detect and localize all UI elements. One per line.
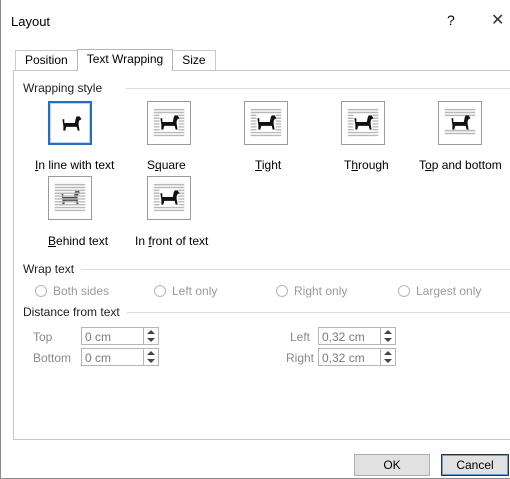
- spinner-arrows[interactable]: [380, 349, 395, 365]
- radio-label: Both sides: [53, 284, 110, 298]
- label-text: p and bottom: [431, 158, 502, 172]
- wrap-text-heading: Wrap text: [23, 262, 75, 276]
- wrapping-style-heading: Wrapping style: [23, 81, 103, 95]
- top-value[interactable]: 0 cm: [85, 330, 111, 344]
- spin-down-icon[interactable]: [147, 359, 155, 363]
- spin-down-icon[interactable]: [147, 338, 155, 342]
- spin-up-icon[interactable]: [384, 351, 392, 355]
- spin-up-icon[interactable]: [384, 330, 392, 334]
- spinner-arrows[interactable]: [143, 349, 158, 365]
- left-spinner[interactable]: 0,32 cm: [318, 327, 396, 345]
- divider: [81, 269, 510, 270]
- layout-dialog: Layout ? ✕ Position Text Wrapping Size W…: [0, 0, 510, 479]
- wrap-option-through-wrap[interactable]: [341, 101, 385, 145]
- cancel-button[interactable]: Cancel: [441, 454, 509, 476]
- wrap-option-top-bottom-wrap[interactable]: [438, 101, 482, 145]
- label-text: uare: [161, 158, 186, 172]
- tab-text-wrapping[interactable]: Text Wrapping: [76, 49, 174, 71]
- bottom-spinner[interactable]: 0 cm: [81, 348, 159, 366]
- top-label: Top: [33, 330, 53, 344]
- access-key: q: [155, 158, 162, 172]
- wrap-option-label[interactable]: Behind text: [48, 234, 108, 248]
- radio-circle[interactable]: [35, 285, 47, 297]
- wrap-option-in-front-of-text[interactable]: [147, 176, 191, 220]
- tab-position[interactable]: Position: [15, 50, 78, 70]
- access-key: B: [48, 234, 57, 248]
- spinner-arrows[interactable]: [143, 328, 158, 344]
- radio-circle[interactable]: [154, 285, 166, 297]
- spinner-arrows[interactable]: [380, 328, 395, 344]
- label-text: n line with text: [38, 158, 115, 172]
- left-label: Left: [290, 330, 311, 344]
- tab-strip: Position Text Wrapping Size: [15, 49, 216, 71]
- label-text: S: [147, 158, 156, 172]
- wrap-option-behind-text[interactable]: [48, 176, 92, 220]
- divider: [126, 88, 510, 89]
- label-text: ehind text: [56, 234, 109, 248]
- radio-label: Largest only: [416, 284, 482, 298]
- help-button[interactable]: ?: [447, 12, 455, 28]
- wrap-option-label[interactable]: In front of text: [135, 234, 208, 248]
- wrap-option-label[interactable]: Through: [344, 158, 389, 172]
- dialog-title: Layout: [11, 14, 51, 29]
- right-label: Right: [286, 351, 315, 365]
- left-value[interactable]: 0,32 cm: [322, 330, 365, 344]
- radio-circle[interactable]: [398, 285, 410, 297]
- radio-both-sides[interactable]: Both sides: [35, 284, 109, 298]
- wrap-option-tight-wrap[interactable]: [244, 101, 288, 145]
- right-value[interactable]: 0,32 cm: [322, 351, 365, 365]
- label-text: rough: [358, 158, 389, 172]
- radio-label: Right only: [294, 284, 348, 298]
- right-spinner[interactable]: 0,32 cm: [318, 348, 396, 366]
- radio-right-only[interactable]: Right only: [276, 284, 347, 298]
- wrap-option-label[interactable]: Top and bottom: [419, 158, 502, 172]
- label-text: ront of text: [151, 234, 209, 248]
- top-spinner[interactable]: 0 cm: [81, 327, 159, 345]
- wrap-option-square-wrap[interactable]: [147, 101, 191, 145]
- close-icon[interactable]: ✕: [491, 10, 504, 30]
- wrap-option-label[interactable]: Square: [147, 158, 186, 172]
- ok-button[interactable]: OK: [354, 454, 430, 476]
- divider: [127, 312, 510, 313]
- label-text: In: [135, 234, 149, 248]
- wrap-option-inline[interactable]: [48, 101, 92, 145]
- bottom-label: Bottom: [33, 351, 72, 365]
- radio-left-only[interactable]: Left only: [154, 284, 217, 298]
- label-text: ight: [261, 158, 282, 172]
- spin-up-icon[interactable]: [147, 351, 155, 355]
- radio-label: Left only: [172, 284, 218, 298]
- wrap-option-label[interactable]: In line with text: [35, 158, 114, 172]
- spin-down-icon[interactable]: [384, 338, 392, 342]
- access-key: o: [425, 158, 432, 172]
- spin-down-icon[interactable]: [384, 359, 392, 363]
- tab-size[interactable]: Size: [172, 50, 216, 70]
- radio-largest-only[interactable]: Largest only: [398, 284, 481, 298]
- wrap-option-label[interactable]: Tight: [255, 158, 281, 172]
- access-key: T: [255, 158, 262, 172]
- bottom-value[interactable]: 0 cm: [85, 351, 111, 365]
- spin-up-icon[interactable]: [147, 330, 155, 334]
- radio-circle[interactable]: [276, 285, 288, 297]
- distance-heading: Distance from text: [23, 305, 120, 319]
